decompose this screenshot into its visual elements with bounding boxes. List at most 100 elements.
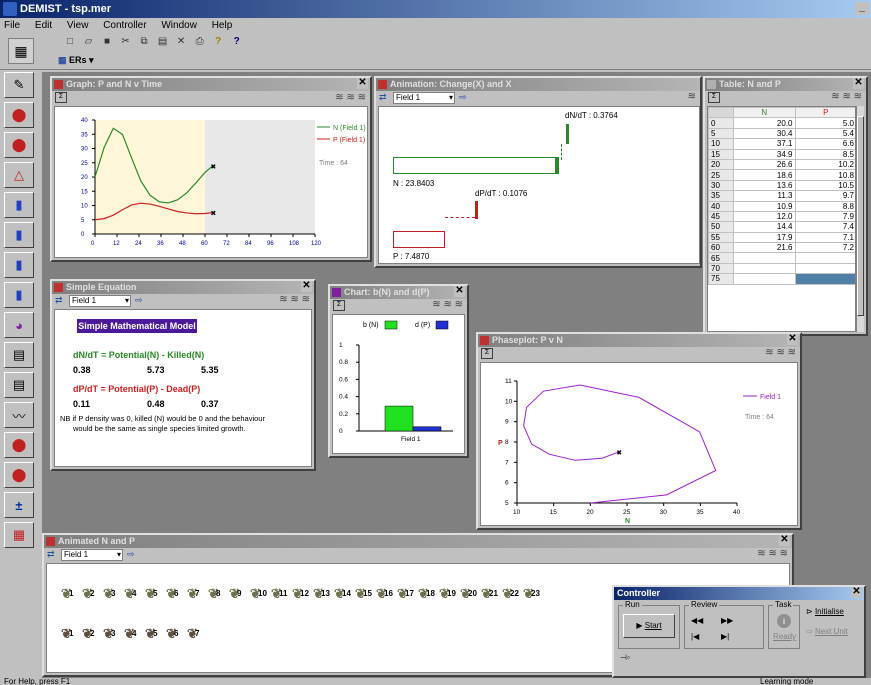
table-cell-n[interactable]: 12.0	[733, 210, 796, 223]
table-row[interactable]: 65	[708, 252, 855, 264]
close-icon[interactable]: ✕	[357, 78, 368, 89]
barchart-title-bar[interactable]: Chart: b(N) and d(P) ✕	[330, 286, 467, 299]
table-cell-time[interactable]: 30	[708, 179, 734, 192]
traffic-light-icon[interactable]: ≋ ≋ ≋	[279, 294, 310, 305]
table-row[interactable]: 40 10.9 8.8	[708, 200, 855, 212]
info-icon[interactable]: i	[777, 614, 791, 628]
context-help-icon[interactable]: ?	[229, 35, 245, 49]
table-cell-p[interactable]	[794, 273, 855, 285]
table-cell-n[interactable]	[733, 252, 796, 264]
grid-tool-icon[interactable]: ▦	[4, 522, 34, 548]
table-cell-n[interactable]: 20.0	[733, 117, 796, 129]
cut-icon[interactable]: ✂	[118, 35, 134, 49]
bar-chart-tool-icon[interactable]: ▮	[4, 192, 34, 218]
ready-button[interactable]: Ready	[773, 632, 796, 641]
table-cell-p[interactable]	[794, 252, 855, 264]
table-row[interactable]: 0 20.0 5.0	[708, 117, 855, 129]
table-row[interactable]: 10 37.1 6.6	[708, 138, 855, 150]
table-cell-p[interactable]	[794, 262, 855, 275]
minimize-button[interactable]: _	[855, 2, 869, 15]
close-icon[interactable]: ✕	[779, 535, 790, 546]
menu-edit[interactable]: Edit	[31, 20, 52, 31]
table-cell-p[interactable]: 7.2	[794, 242, 855, 254]
close-icon[interactable]: ✕	[301, 281, 312, 292]
table-cell-time[interactable]: 10	[708, 138, 734, 150]
start-button[interactable]: ▶ Start	[623, 614, 675, 638]
table-cell-p[interactable]: 5.0	[794, 117, 855, 129]
traffic-light-icon[interactable]: ≋ ≋ ≋	[831, 91, 862, 102]
table-cell-p[interactable]: 8.8	[794, 200, 855, 212]
new-icon[interactable]: □	[62, 35, 78, 49]
table-scrollbar[interactable]	[856, 106, 864, 332]
export-icon[interactable]: Σ	[708, 92, 720, 103]
table-cell-p[interactable]: 9.7	[794, 190, 855, 202]
help-icon[interactable]: ?	[210, 35, 226, 49]
pin-icon[interactable]: ⊣▫	[620, 653, 630, 662]
go-icon[interactable]: ⇨	[135, 295, 143, 306]
skip-start-icon[interactable]: |◀	[691, 632, 699, 641]
menu-view[interactable]: View	[63, 20, 89, 31]
table-cell-p[interactable]: 10.5	[794, 179, 855, 192]
fast-forward-icon[interactable]: ▶▶	[721, 616, 733, 625]
close-icon[interactable]: ✕	[454, 286, 465, 297]
animation-tool-3-icon[interactable]: ⬤	[4, 432, 34, 458]
table-cell-p[interactable]: 6.6	[794, 138, 855, 150]
animation-tool-4-icon[interactable]: ⬤	[4, 462, 34, 488]
copy-icon[interactable]: ⧉	[136, 35, 152, 49]
print-icon[interactable]: ⎙	[192, 35, 208, 49]
table-row[interactable]: 35 11.3 9.7	[708, 190, 855, 202]
animation-tool-icon[interactable]: ⬤	[4, 102, 34, 128]
animation-tool-2-icon[interactable]: ⬤	[4, 132, 34, 158]
graph-title-bar[interactable]: Graph: P and N v Time ✕	[52, 78, 370, 91]
menu-controller[interactable]: Controller	[99, 20, 146, 31]
close-icon[interactable]: ✕	[787, 334, 798, 345]
bar-chart-tool-3-icon[interactable]: ▮	[4, 252, 34, 278]
table-cell-time[interactable]: 20	[708, 158, 734, 171]
bar-chart-tool-2-icon[interactable]: ▮	[4, 222, 34, 248]
export-icon[interactable]: Σ	[333, 300, 345, 311]
save-icon[interactable]: ■	[99, 35, 115, 49]
bar-chart-tool-4-icon[interactable]: ▮	[4, 282, 34, 308]
paste-icon[interactable]: ▤	[155, 35, 171, 49]
er-window-icon[interactable]: ▦	[8, 38, 34, 64]
table-cell-time[interactable]: 45	[708, 210, 734, 223]
skip-end-icon[interactable]: ▶|	[721, 632, 729, 641]
traffic-light-icon[interactable]: ≋ ≋ ≋	[335, 92, 366, 103]
equation-title-bar[interactable]: Simple Equation ✕	[52, 281, 314, 294]
menu-file[interactable]: File	[0, 20, 20, 31]
close-icon[interactable]: ✕	[853, 78, 864, 89]
table-cell-n[interactable]: 14.4	[733, 221, 796, 233]
animated-field-select[interactable]: Field 1 ▾	[61, 549, 123, 561]
menu-help[interactable]: Help	[208, 20, 233, 31]
table-row[interactable]: 15 34.9 8.5	[708, 148, 855, 160]
next-unit-button[interactable]: ⇨ Next Unit	[806, 627, 848, 636]
table-cell-time[interactable]: 25	[708, 169, 734, 181]
table-cell-n[interactable]: 11.3	[733, 190, 796, 202]
table-cell-n[interactable]: 26.6	[733, 158, 796, 171]
traffic-light-icon[interactable]: ≋ ≋ ≋	[757, 548, 788, 559]
table-cell-time[interactable]: 70	[708, 262, 734, 275]
table-cell-time[interactable]: 5	[708, 127, 734, 140]
table-cell-n[interactable]: 17.9	[733, 231, 796, 244]
animation-title-bar[interactable]: Animation: Change(X) and X	[376, 78, 700, 91]
table-row[interactable]: 25 18.6 10.8	[708, 169, 855, 181]
table-cell-time[interactable]: 65	[708, 252, 734, 264]
table-row[interactable]: 55 17.9 7.1	[708, 231, 855, 244]
ers-dropdown[interactable]: ▦ ERs ▾	[58, 52, 94, 68]
phaseplot-title-bar[interactable]: Phaseplot: P v N ✕	[478, 334, 800, 347]
table-cell-p[interactable]: 7.1	[794, 231, 855, 244]
pencil-icon[interactable]: ✎	[4, 72, 34, 98]
table-row[interactable]: 30 13.6 10.5	[708, 179, 855, 192]
equation-tool-icon[interactable]: ±	[4, 492, 34, 518]
animated-title-bar[interactable]: Animated N and P ✕	[44, 535, 792, 548]
table-cell-n[interactable]: 10.9	[733, 200, 796, 212]
table-cell-n[interactable]: 21.6	[733, 242, 796, 254]
table-cell-n[interactable]: 34.9	[733, 148, 796, 160]
traffic-light-icon[interactable]: ≋ ≋ ≋	[432, 299, 463, 310]
table-cell-p[interactable]: 7.4	[794, 221, 855, 233]
table-row[interactable]: 20 26.6 10.2	[708, 158, 855, 171]
table-cell-n[interactable]: 18.6	[733, 169, 796, 181]
table-row[interactable]: 75	[708, 273, 855, 285]
table-cell-p[interactable]: 10.8	[794, 169, 855, 181]
table-cell-p[interactable]: 10.2	[794, 158, 855, 171]
